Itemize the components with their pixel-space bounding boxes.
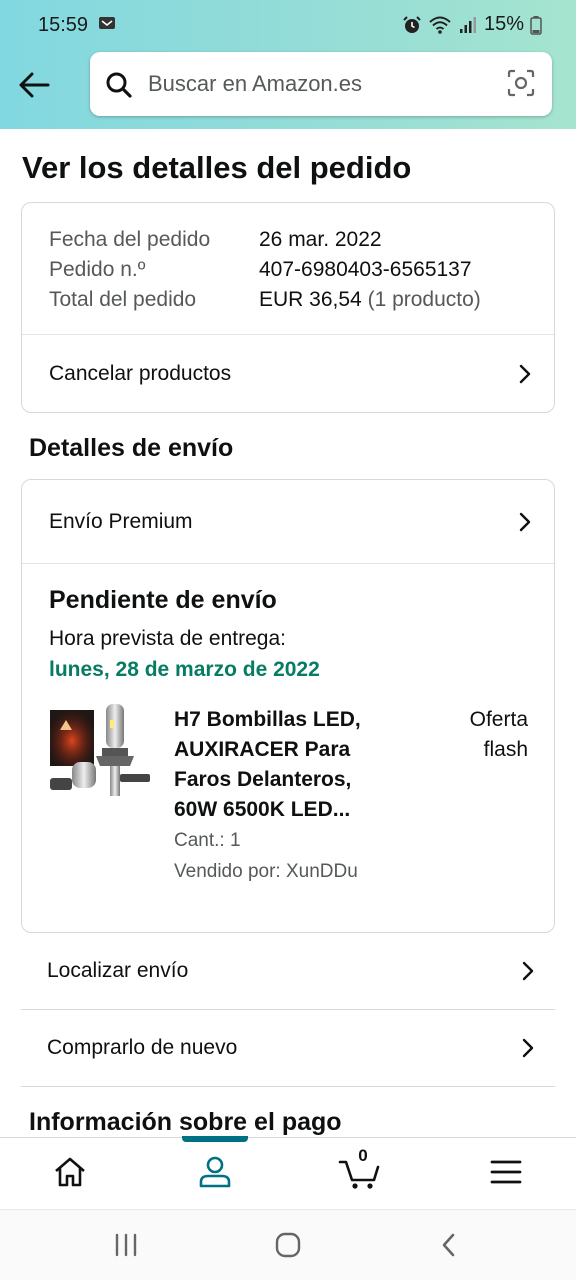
chevron-right-icon <box>519 364 531 384</box>
menu-icon[interactable] <box>486 1152 526 1192</box>
product-quantity: Cant.: 1 <box>174 830 241 851</box>
order-total-value: EUR 36,54 <box>259 288 362 311</box>
home-icon[interactable] <box>50 1152 90 1192</box>
order-total-row: Total del pedido EUR 36,54 (1 producto) <box>49 285 481 315</box>
active-tab-indicator <box>182 1136 248 1142</box>
product-title-line: Faros Delanteros, <box>174 768 352 791</box>
product-title-line: H7 Bombillas LED, <box>174 708 361 731</box>
order-info: Fecha del pedido 26 mar. 2022 Pedido n.º… <box>49 225 481 315</box>
message-icon <box>99 17 115 29</box>
battery-text: 15% <box>483 13 524 35</box>
status-bar: 15:59 15% <box>0 10 576 40</box>
order-summary-card: Fecha del pedido 26 mar. 2022 Pedido n.º… <box>21 202 555 413</box>
recent-apps-icon[interactable] <box>113 1232 139 1258</box>
chevron-right-icon <box>522 1038 534 1058</box>
wifi-icon <box>429 16 451 34</box>
order-date-value: 26 mar. 2022 <box>259 228 382 251</box>
home-button-icon[interactable] <box>274 1232 302 1258</box>
alarm-icon <box>403 15 421 33</box>
order-number-label: Pedido n.º <box>49 258 146 281</box>
battery-icon <box>530 15 542 35</box>
search-icon <box>106 72 132 98</box>
cart-button[interactable]: 0 <box>338 1146 382 1192</box>
order-date-row: Fecha del pedido 26 mar. 2022 <box>49 225 481 255</box>
divider <box>22 563 554 564</box>
track-package-button[interactable]: Localizar envío <box>21 933 555 1010</box>
shipping-method-label: Envío Premium <box>49 509 193 533</box>
status-time: 15:59 <box>38 14 89 36</box>
track-package-label: Localizar envío <box>47 959 189 982</box>
order-total-value-wrap: EUR 36,54 (1 producto) <box>259 285 481 315</box>
product-title[interactable]: H7 Bombillas LED, AUXIRACER Para Faros D… <box>174 705 404 825</box>
product-title-line: AUXIRACER Para <box>174 738 351 761</box>
order-number-row: Pedido n.º 407-6980403-6565137 <box>49 255 481 285</box>
order-date-label: Fecha del pedido <box>49 228 211 251</box>
back-arrow-icon[interactable] <box>14 66 54 106</box>
account-icon[interactable] <box>195 1152 235 1192</box>
top-bar: 15:59 15% Buscar en Amazon.es <box>0 0 576 129</box>
order-number-value: 407-6980403-6565137 <box>259 258 472 281</box>
shipment-status-title: Pendiente de envío <box>49 586 277 614</box>
delivery-estimate-label: Hora prevista de entrega: <box>49 627 286 650</box>
payment-section-title: Información sobre el pago <box>29 1108 342 1136</box>
signal-icon <box>459 16 476 33</box>
buy-again-label: Comprarlo de nuevo <box>47 1036 238 1059</box>
search-bar[interactable]: Buscar en Amazon.es <box>90 52 552 116</box>
chevron-right-icon <box>519 512 531 531</box>
page-title: Ver los detalles del pedido <box>22 150 412 185</box>
back-button-icon[interactable] <box>438 1232 460 1258</box>
shipping-method-button[interactable]: Envío Premium <box>22 480 554 563</box>
order-total-label: Total del pedido <box>49 288 197 311</box>
deal-badge: Oferta flash <box>470 705 528 765</box>
shipping-section-title: Detalles de envío <box>29 434 234 462</box>
delivery-estimate-date: lunes, 28 de marzo de 2022 <box>49 658 320 681</box>
bottom-nav: 0 <box>0 1136 576 1209</box>
system-nav-bar <box>0 1209 576 1280</box>
status-icons: 15% <box>402 13 542 36</box>
product-image[interactable] <box>46 702 156 812</box>
product-seller: Vendido por: XunDDu <box>174 861 358 882</box>
camera-scan-icon[interactable] <box>506 68 536 98</box>
cancel-products-button[interactable]: Cancelar productos <box>22 335 554 413</box>
cancel-products-label: Cancelar productos <box>49 362 232 385</box>
shipping-card: Envío Premium Pendiente de envío Hora pr… <box>21 479 555 933</box>
buy-again-button[interactable]: Comprarlo de nuevo <box>21 1010 555 1087</box>
cart-count: 0 <box>358 1146 368 1165</box>
product-title-line: 60W 6500K LED... <box>174 798 351 821</box>
order-total-count: (1 producto) <box>367 288 481 311</box>
chevron-right-icon <box>522 961 534 981</box>
search-input[interactable]: Buscar en Amazon.es <box>148 71 362 97</box>
deal-badge-line: flash <box>483 738 528 761</box>
deal-badge-line: Oferta <box>469 708 528 731</box>
